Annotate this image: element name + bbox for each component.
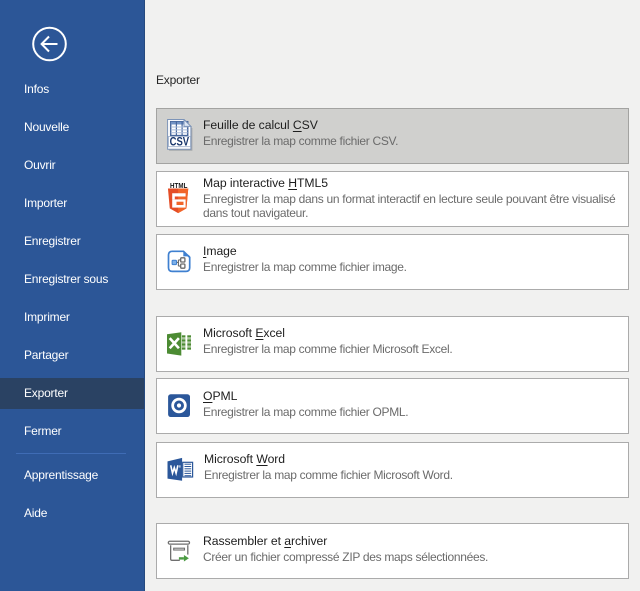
svg-text:CSV: CSV: [170, 137, 190, 149]
